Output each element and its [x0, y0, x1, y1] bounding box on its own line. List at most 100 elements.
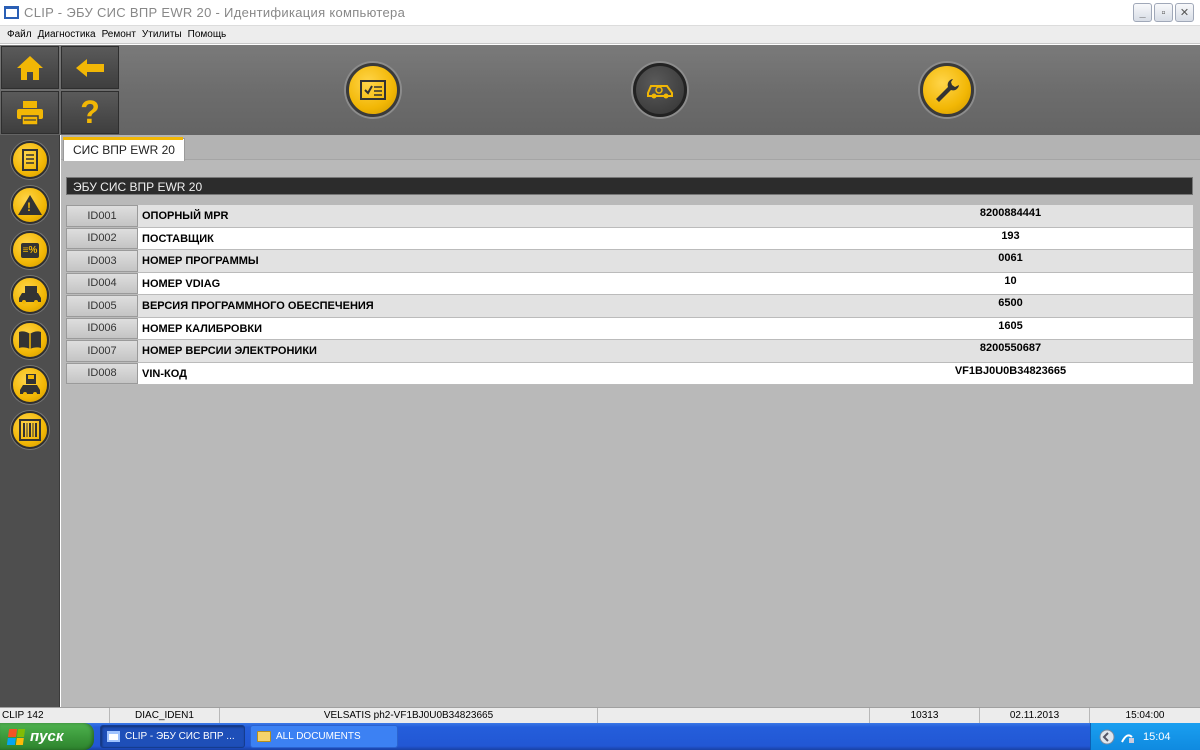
sidebar-document-button[interactable]: [11, 141, 49, 179]
save-vehicle-icon: [20, 374, 40, 396]
window-icon: [107, 731, 120, 742]
taskbar-item-documents[interactable]: ALL DOCUMENTS: [250, 725, 398, 748]
table-row: ID008 VIN-КОД VF1BJ0U0B34823665: [66, 362, 1193, 385]
identification-table: ID001 ОПОРНЫЙ MPR 8200884441 ID002 ПОСТА…: [66, 205, 1193, 385]
status-time: 15:04:00: [1125, 710, 1165, 721]
back-arrow-icon: [76, 58, 104, 77]
sidebar-vehicle-button[interactable]: [11, 276, 49, 314]
status-bar: CLIP 142 DIAC_IDEN1 VELSATIS ph2-VF1BJ0U…: [0, 707, 1200, 723]
table-row: ID001 ОПОРНЫЙ MPR 8200884441: [66, 205, 1193, 228]
sidebar-manual-button[interactable]: [11, 321, 49, 359]
window-title-bar: CLIP - ЭБУ СИС ВПР EWR 20 - Идентификаци…: [0, 0, 1200, 26]
status-empty: [598, 708, 870, 723]
start-button[interactable]: пуск: [0, 723, 94, 750]
taskbar-item-clip[interactable]: CLIP - ЭБУ СИС ВПР ...: [100, 725, 245, 748]
row-label: НОМЕР ВЕРСИИ ЭЛЕКТРОНИКИ: [142, 345, 317, 357]
barcode-icon: [19, 419, 41, 441]
status-vehicle: VELSATIS ph2-VF1BJ0U0B34823665: [220, 708, 598, 723]
status-code: 10313: [870, 708, 980, 723]
menu-repair[interactable]: Ремонт: [99, 26, 139, 43]
close-button[interactable]: ✕: [1175, 3, 1194, 22]
toolbar: ?: [0, 45, 1200, 135]
table-row: ID006 НОМЕР КАЛИБРОВКИ 1605: [66, 317, 1193, 340]
sidebar-parameters-button[interactable]: ≡%: [11, 231, 49, 269]
sidebar-barcode-button[interactable]: [11, 411, 49, 449]
back-button[interactable]: [61, 46, 119, 89]
wrench-icon: [936, 79, 959, 102]
row-id-button[interactable]: ID006: [66, 317, 138, 339]
maximize-button[interactable]: ▫: [1154, 3, 1173, 22]
row-label: НОМЕР ПРОГРАММЫ: [142, 255, 259, 267]
window-title: CLIP - ЭБУ СИС ВПР EWR 20 - Идентификаци…: [24, 5, 406, 20]
row-id-button[interactable]: ID007: [66, 340, 138, 362]
row-value: 193: [1001, 229, 1020, 242]
checklist-icon: [360, 80, 386, 100]
help-button[interactable]: ?: [61, 91, 119, 134]
manual-book-icon: [19, 331, 41, 349]
status-version: CLIP 142: [0, 708, 110, 723]
car-diagnostic-icon: [647, 85, 673, 99]
window-controls: _ ▫ ✕: [1133, 3, 1194, 22]
vehicle-ecu-icon: [19, 286, 41, 304]
home-button[interactable]: [1, 46, 59, 89]
menu-help[interactable]: Помощь: [185, 26, 230, 43]
taskbar-item-label: ALL DOCUMENTS: [276, 731, 361, 742]
windows-logo-icon: [6, 728, 26, 745]
print-button[interactable]: [1, 91, 59, 134]
table-row: ID003 НОМЕР ПРОГРАММЫ 0061: [66, 250, 1193, 273]
row-value: 10: [1004, 274, 1017, 287]
sidebar-save-button[interactable]: [11, 366, 49, 404]
tray-clock: 15:04: [1143, 730, 1171, 743]
taskbar-item-label: CLIP - ЭБУ СИС ВПР ...: [125, 731, 235, 742]
back-circle-icon[interactable]: [1099, 729, 1115, 745]
repair-button[interactable]: [920, 63, 974, 117]
network-icon[interactable]: [1119, 729, 1135, 745]
row-value: VF1BJ0U0B34823665: [954, 364, 1067, 377]
row-label: НОМЕР VDIAG: [142, 277, 221, 290]
section-header: ЭБУ СИС ВПР EWR 20: [66, 177, 1193, 195]
home-icon: [17, 55, 43, 80]
warning-icon: !: [18, 195, 42, 215]
tab-strip: СИС ВПР EWR 20: [61, 135, 1200, 161]
folder-icon: [257, 731, 271, 742]
start-label: пуск: [30, 728, 64, 745]
row-id-button[interactable]: ID001: [66, 205, 138, 227]
status-date: 02.11.2013: [980, 708, 1090, 723]
table-row: ID002 ПОСТАВЩИК 193: [66, 227, 1193, 250]
car-diagnostic-button[interactable]: [633, 63, 687, 117]
status-screen-code: DIAC_IDEN1: [110, 708, 220, 723]
menu-utilities[interactable]: Утилиты: [139, 26, 185, 43]
menu-diagnostics[interactable]: Диагностика: [35, 26, 99, 43]
main-content: СИС ВПР EWR 20 ЭБУ СИС ВПР EWR 20 ID001 …: [61, 135, 1200, 707]
row-label: ОПОРНЫЙ MPR: [142, 210, 229, 222]
row-id-button[interactable]: ID008: [66, 362, 138, 384]
help-question-icon: ?: [80, 94, 100, 130]
row-label: ВЕРСИЯ ПРОГРАММНОГО ОБЕСПЕЧЕНИЯ: [142, 300, 374, 312]
row-id-button[interactable]: ID004: [66, 272, 138, 294]
warning-icon-mark: !: [27, 200, 31, 214]
row-label: ПОСТАВЩИК: [142, 232, 214, 245]
taskbar: пуск CLIP - ЭБУ СИС ВПР ... ALL DOCUMENT…: [0, 723, 1200, 750]
row-value: 8200884441: [979, 207, 1042, 219]
parameters-icon: ≡%: [20, 242, 40, 258]
row-value: 8200550687: [979, 342, 1042, 354]
printer-icon: [17, 100, 43, 126]
row-id-button[interactable]: ID005: [66, 295, 138, 317]
row-value: 6500: [998, 297, 1023, 309]
sidebar-faults-button[interactable]: !: [11, 186, 49, 224]
menu-bar: Файл Диагностика Ремонт Утилиты Помощь: [0, 26, 1200, 44]
table-row: ID005 ВЕРСИЯ ПРОГРАММНОГО ОБЕСПЕЧЕНИЯ 65…: [66, 295, 1193, 318]
row-id-button[interactable]: ID003: [66, 250, 138, 272]
table-row: ID004 НОМЕР VDIAG 10: [66, 272, 1193, 295]
table-row: ID007 НОМЕР ВЕРСИИ ЭЛЕКТРОНИКИ 820055068…: [66, 340, 1193, 363]
row-value: 0061: [998, 252, 1023, 264]
row-label: VIN-КОД: [142, 367, 187, 380]
document-icon: [22, 149, 38, 171]
checklist-button[interactable]: [346, 63, 400, 117]
minimize-button[interactable]: _: [1133, 3, 1152, 22]
tab-ecu[interactable]: СИС ВПР EWR 20: [63, 137, 185, 161]
row-id-button[interactable]: ID002: [66, 227, 138, 249]
menu-file[interactable]: Файл: [4, 26, 35, 43]
window-app-icon: [4, 6, 19, 19]
system-tray: 15:04: [1090, 723, 1200, 750]
